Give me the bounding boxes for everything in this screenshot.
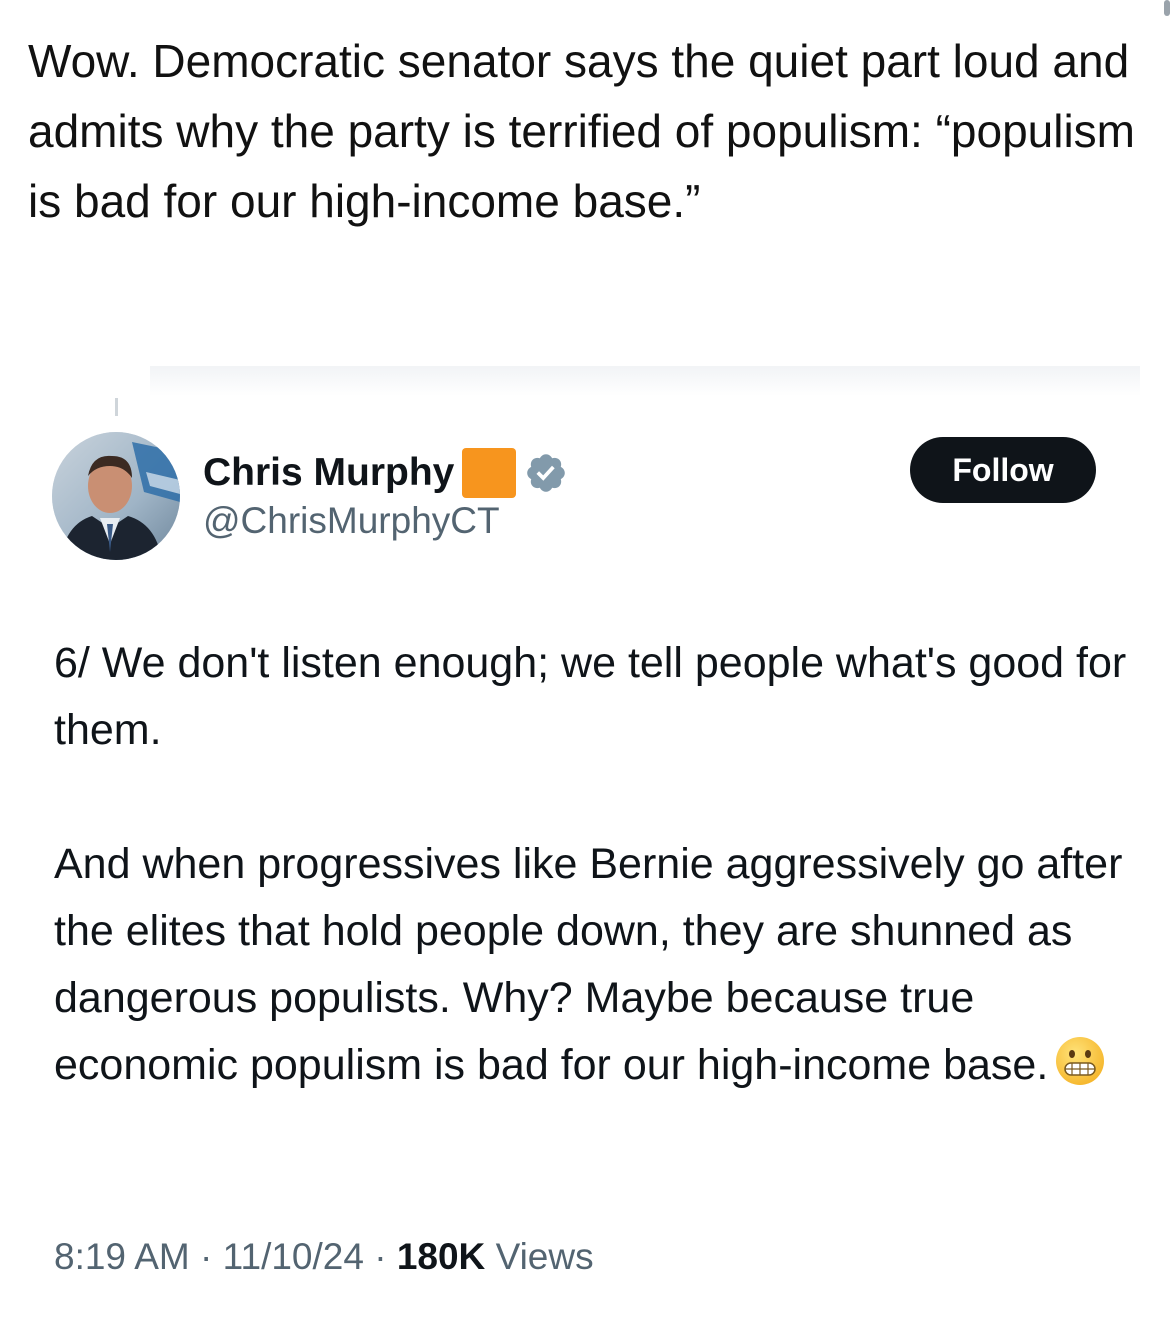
views-count: 180K xyxy=(396,1236,486,1277)
views-label: Views xyxy=(495,1236,594,1277)
scroll-indicator xyxy=(1164,0,1170,16)
meta-separator-2: · xyxy=(374,1236,387,1277)
tweet-date[interactable]: 11/10/24 xyxy=(223,1236,364,1277)
tweet-time[interactable]: 8:19 AM xyxy=(54,1236,190,1277)
author-name-row: Chris Murphy xyxy=(203,446,568,500)
author-name[interactable]: Chris Murphy xyxy=(203,451,454,495)
tweet-meta: 8:19 AM · 11/10/24 · 180K Views xyxy=(54,1236,594,1278)
orange-square-emoji xyxy=(462,448,517,498)
tweet-paragraph-2-text: And when progressives like Bernie aggres… xyxy=(54,840,1123,1089)
tweet-text: 6/ We don't listen enough; we tell peopl… xyxy=(54,630,1134,1099)
meta-separator-1: · xyxy=(200,1236,213,1277)
embedded-tweet-top-edge xyxy=(150,366,1140,396)
grimacing-face-icon xyxy=(1056,1037,1105,1085)
author-avatar[interactable] xyxy=(52,432,180,560)
post-caption: Wow. Democratic senator says the quiet p… xyxy=(28,35,1135,227)
tweet-paragraph-1: 6/ We don't listen enough; we tell peopl… xyxy=(54,639,1127,754)
tweet-paragraph-2: And when progressives like Bernie aggres… xyxy=(54,831,1134,1099)
thread-connector-line xyxy=(115,398,118,416)
verified-badge-icon xyxy=(527,454,566,492)
avatar-photo xyxy=(52,432,180,560)
author-handle[interactable]: @ChrisMurphyCT xyxy=(203,500,500,542)
follow-button[interactable]: Follow xyxy=(910,437,1096,503)
